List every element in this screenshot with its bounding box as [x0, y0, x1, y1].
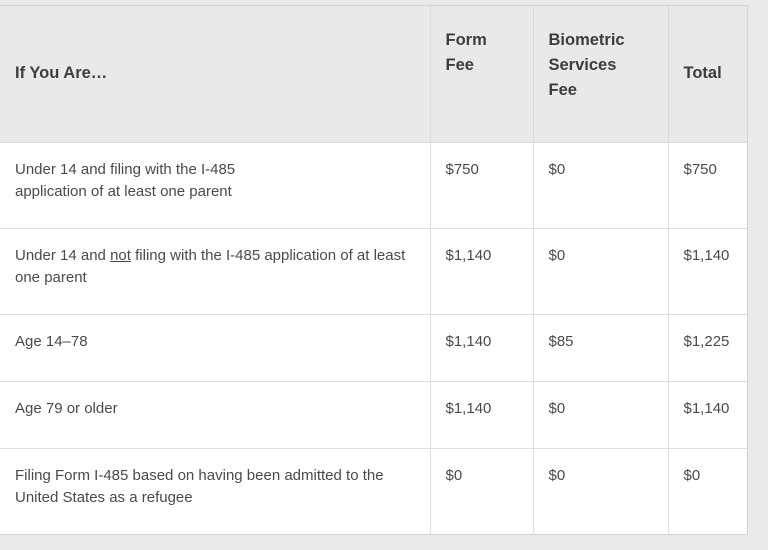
table-row: Age 14–78 $1,140 $85 $1,225 [0, 313, 747, 381]
row-description-line2: United States as a refugee [15, 488, 193, 506]
column-header-total-label: Total [683, 64, 722, 83]
row-biometric-fee: $0 [533, 447, 669, 534]
column-header-form-fee-line1: Form [445, 31, 487, 49]
row-biometric-fee: $0 [533, 141, 669, 228]
column-header-form-fee-line2: Fee [445, 56, 474, 74]
row-form-fee: $1,140 [430, 380, 534, 448]
row-description-prefix: Under 14 and [15, 246, 111, 264]
row-biometric-fee: $0 [533, 227, 669, 314]
row-total: $1,225 [668, 313, 747, 381]
row-description: Filing Form I-485 based on having been a… [0, 447, 431, 534]
column-header-form-fee: Form Fee [430, 6, 534, 142]
row-description: Under 14 and filing with the I-485 appli… [0, 141, 431, 228]
immigration-fee-table: If You Are… Form Fee Biometric Services … [0, 6, 747, 534]
row-form-fee: $0 [430, 447, 534, 534]
row-description-emphasis: not [110, 246, 131, 264]
fee-table-container: If You Are… Form Fee Biometric Services … [0, 5, 748, 535]
column-header-biometric-services-fee: Biometric Services Fee [533, 6, 669, 142]
column-header-total: Total [668, 6, 747, 142]
column-header-biometric-line1: Biometric [548, 31, 625, 49]
row-description: Age 79 or older [0, 380, 431, 448]
row-form-fee: $750 [430, 141, 534, 228]
row-description-line1: Filing Form I-485 based on having been a… [15, 466, 384, 484]
column-header-description-label: If You Are… [15, 64, 108, 83]
row-form-fee: $1,140 [430, 227, 534, 314]
row-total: $1,140 [668, 227, 747, 314]
table-header-row: If You Are… Form Fee Biometric Services … [0, 6, 747, 142]
row-description: Age 14–78 [0, 313, 431, 381]
table-row: Under 14 and filing with the I-485 appli… [0, 141, 747, 228]
row-description-line1: Under 14 and filing with the I-485 [15, 160, 236, 178]
table-row: Filing Form I-485 based on having been a… [0, 447, 747, 534]
page-root: If You Are… Form Fee Biometric Services … [0, 0, 768, 550]
row-description: Under 14 and not filing with the I-485 a… [0, 227, 431, 314]
row-description-line2: application of at least one parent [15, 182, 232, 200]
row-total: $1,140 [668, 380, 747, 448]
row-total: $0 [668, 447, 747, 534]
column-header-biometric-line3: Fee [548, 81, 577, 99]
column-header-biometric-line2: Services [548, 56, 617, 74]
column-header-description: If You Are… [0, 6, 431, 142]
table-row: Age 79 or older $1,140 $0 $1,140 [0, 380, 747, 448]
row-biometric-fee: $85 [533, 313, 669, 381]
row-total: $750 [668, 141, 747, 228]
row-form-fee: $1,140 [430, 313, 534, 381]
table-body: Under 14 and filing with the I-485 appli… [0, 141, 747, 534]
row-biometric-fee: $0 [533, 380, 669, 448]
table-row: Under 14 and not filing with the I-485 a… [0, 227, 747, 314]
table-header: If You Are… Form Fee Biometric Services … [0, 6, 747, 142]
